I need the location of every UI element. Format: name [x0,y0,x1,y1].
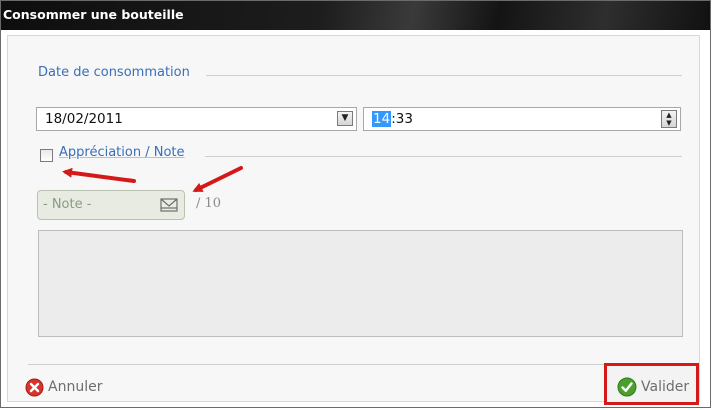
time-field[interactable]: 14:33 ▲ ▼ [363,107,681,131]
validate-button[interactable]: Valider [617,375,689,399]
date-picker[interactable]: 18/02/2011 ▼ [36,107,357,131]
date-group-title: Date de consommation [38,65,196,80]
footer-separator [28,364,685,365]
cancel-button[interactable]: Annuler [25,375,102,399]
note-placeholder: - Note - [43,197,92,212]
note-comment-area[interactable] [38,230,683,337]
time-minutes: :33 [391,111,413,127]
spin-up-icon[interactable]: ▲ [662,111,676,119]
group-line-date [206,75,682,76]
rating-checkbox[interactable] [40,149,53,162]
spin-down-icon[interactable]: ▼ [662,119,676,127]
time-spinner[interactable]: ▲ ▼ [661,110,677,128]
cancel-label: Annuler [48,379,103,395]
date-value: 18/02/2011 [45,111,123,127]
cancel-icon [25,378,44,396]
rating-checkbox-label[interactable]: Appréciation / Note [59,145,191,160]
note-out-of: / 10 [196,196,222,211]
date-dropdown-button[interactable]: ▼ [337,111,353,126]
note-select[interactable]: - Note - [37,190,185,220]
window-title: Consommer une bouteille [3,7,184,22]
checkmark-icon [617,377,637,397]
time-hour-selected: 14 [372,111,392,127]
envelope-icon [160,198,178,212]
validate-label: Valider [641,379,690,395]
chevron-down-icon: ▼ [341,113,349,123]
title-bar: Consommer une bouteille [1,1,710,30]
group-line-rating [205,156,682,157]
